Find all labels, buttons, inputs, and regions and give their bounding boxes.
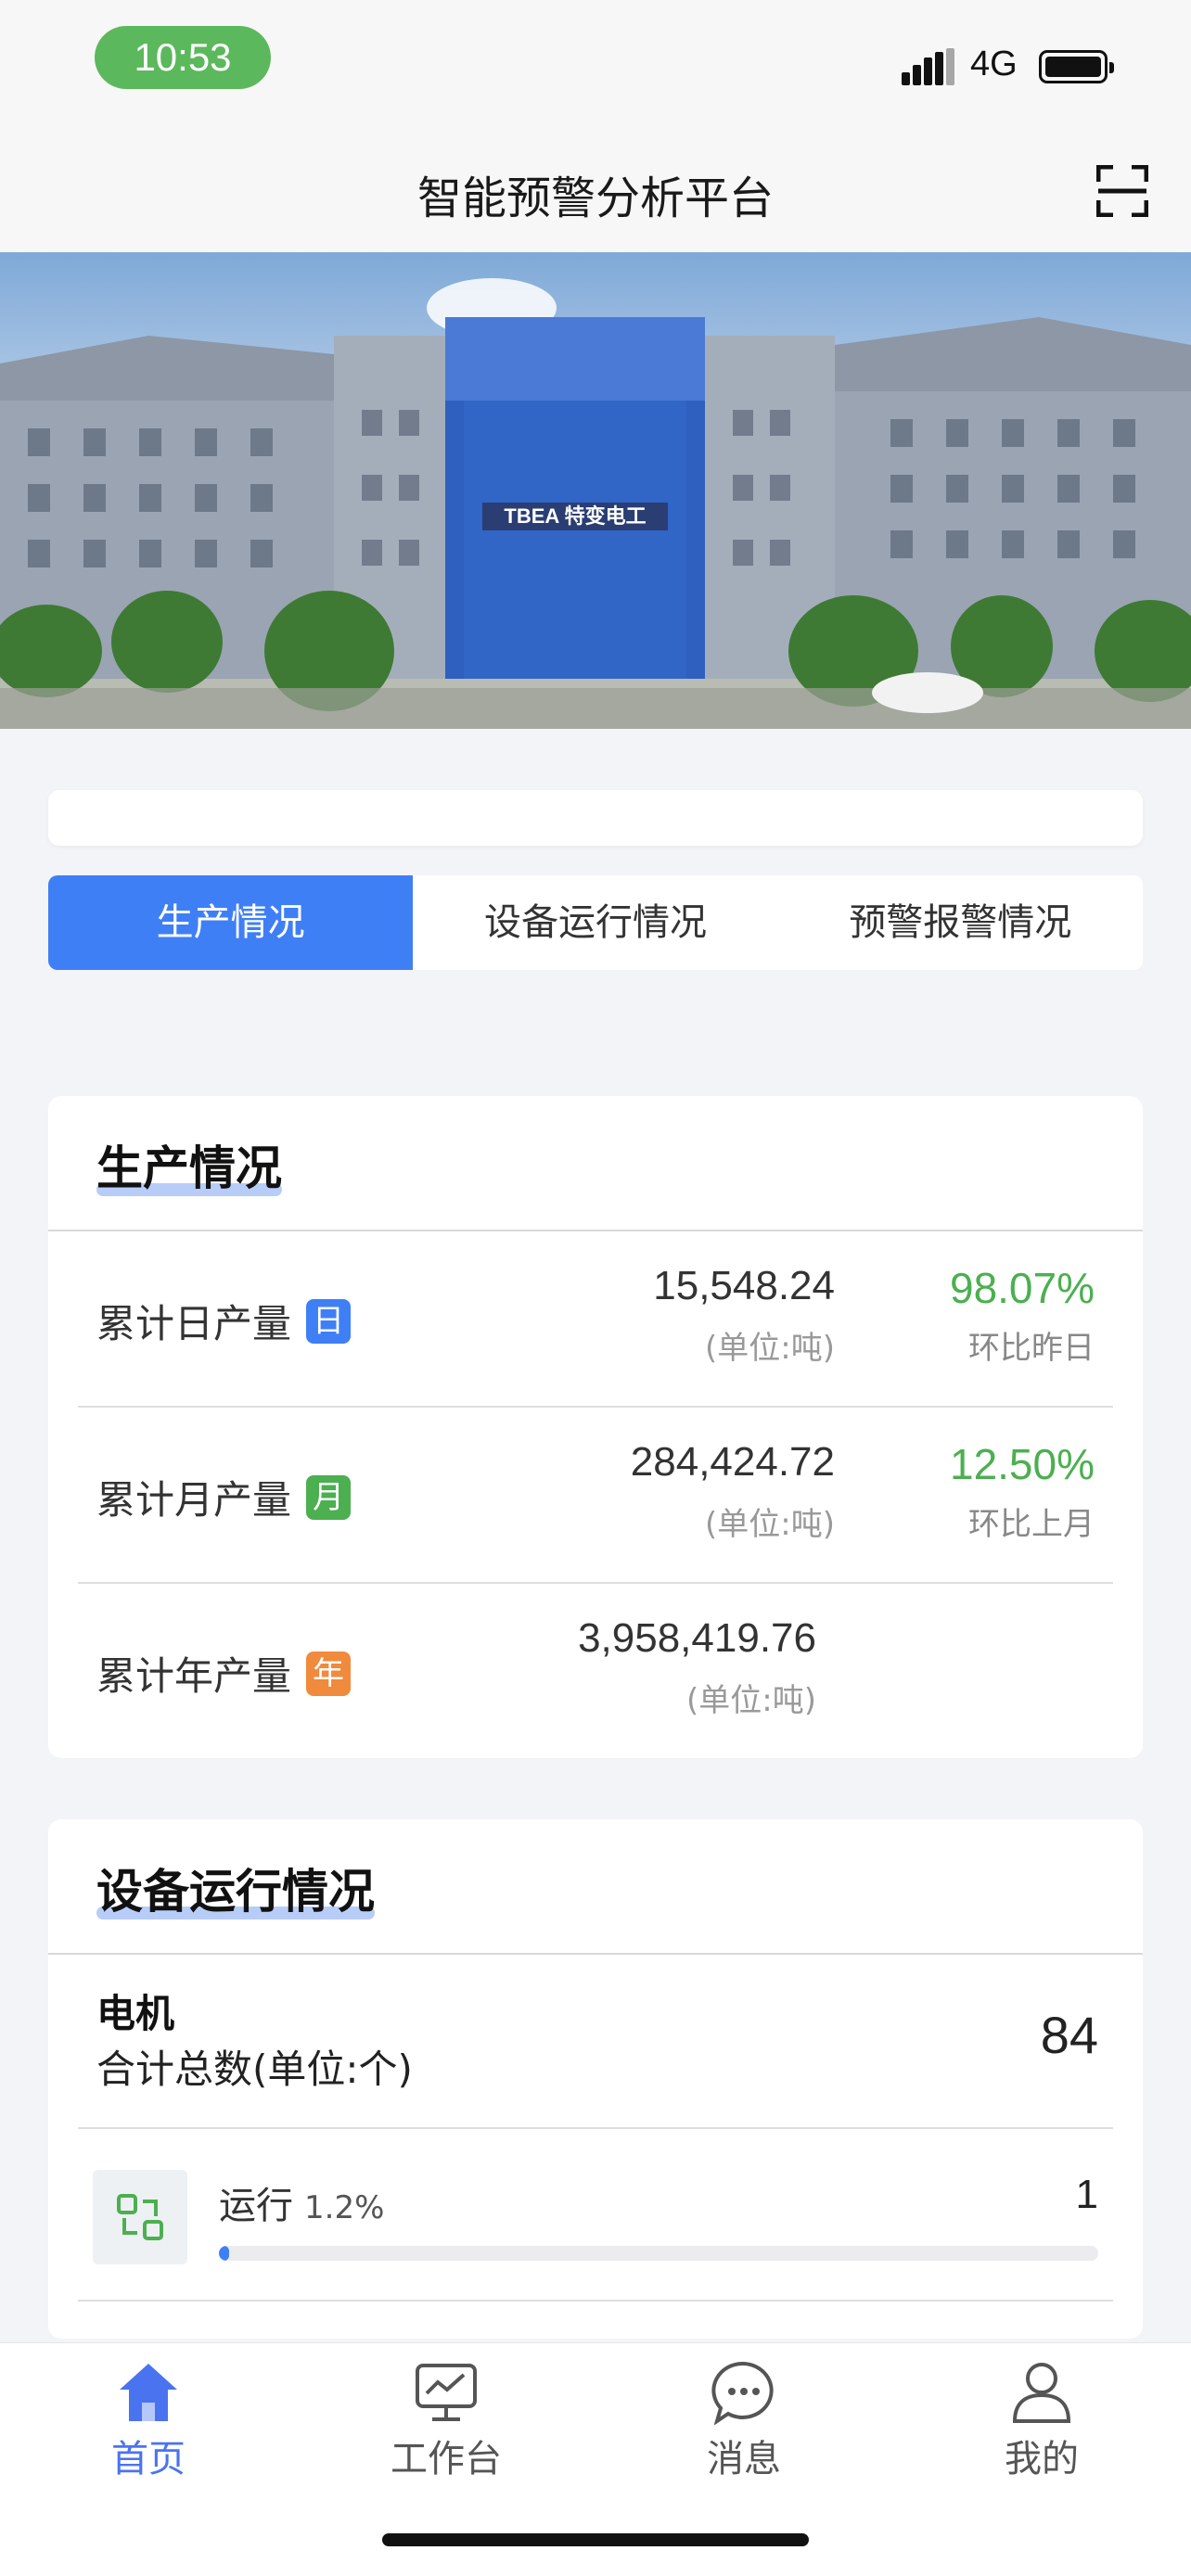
running-status-label: 运行 xyxy=(219,2185,293,2227)
status-time: 10:53 xyxy=(95,26,271,89)
production-unit: (单位:吨) xyxy=(686,1682,816,1719)
home-icon xyxy=(120,2364,177,2421)
page-title: 智能预警分析平台 xyxy=(416,172,774,224)
nav-workbench[interactable]: 工作台 xyxy=(353,2360,539,2482)
production-label-text: 累计日产量 xyxy=(96,1301,292,1346)
running-status-percent: 1.2% xyxy=(304,2189,385,2226)
signal-icon xyxy=(902,48,955,85)
card-divider xyxy=(48,1953,1143,1955)
network-type: 4G xyxy=(970,45,1018,83)
device-card: 设备运行情况 电机 合计总数(单位:个) 84 运行 1.2% 1 xyxy=(48,1819,1143,2339)
production-label: 累计年产量 年 xyxy=(96,1645,352,1702)
tab-warning-alarm[interactable]: 预警报警情况 xyxy=(778,875,1143,970)
device-total: 84 xyxy=(1040,2006,1098,2064)
banner-sign: TBEA 特变电工 xyxy=(504,504,646,528)
battery-icon xyxy=(1039,50,1114,83)
production-row-monthly[interactable]: 累计月产量 月 284,424.72 (单位:吨) 12.50% 环比上月 xyxy=(78,1408,1113,1582)
production-label-text: 累计月产量 xyxy=(96,1477,292,1523)
device-title-wrap: 设备运行情况 xyxy=(96,1855,375,1938)
production-label: 累计日产量 日 xyxy=(96,1293,352,1349)
production-compare: 环比昨日 xyxy=(968,1330,1095,1367)
nav-messages-label: 消息 xyxy=(707,2438,781,2480)
production-card: 生产情况 累计日产量 日 15,548.24 (单位:吨) 98.07% 环比昨… xyxy=(48,1096,1143,1758)
nav-profile-label: 我的 xyxy=(1005,2438,1079,2480)
device-title: 设备运行情况 xyxy=(96,1865,375,1919)
production-row-daily[interactable]: 累计日产量 日 15,548.24 (单位:吨) 98.07% 环比昨日 xyxy=(78,1231,1113,1406)
production-label-text: 累计年产量 xyxy=(96,1653,292,1699)
tab-device-operation[interactable]: 设备运行情况 xyxy=(413,875,777,970)
nav-workbench-label: 工作台 xyxy=(391,2438,502,2480)
monthly-badge: 月 xyxy=(306,1474,352,1520)
running-progress-bar xyxy=(219,2246,1098,2261)
notice-bar xyxy=(48,790,1143,846)
scan-icon[interactable] xyxy=(1096,165,1148,217)
production-percent: 98.07% xyxy=(949,1264,1095,1312)
running-status-icon-box xyxy=(93,2170,187,2264)
refresh-cycle-icon xyxy=(117,2194,163,2240)
yearly-badge: 年 xyxy=(306,1651,352,1696)
production-value: 3,958,419.76 xyxy=(578,1615,816,1661)
running-status: 运行 1.2% xyxy=(219,2175,384,2229)
production-value: 15,548.24 xyxy=(653,1263,835,1308)
production-row-yearly[interactable]: 累计年产量 年 3,958,419.76 (单位:吨) xyxy=(78,1584,1113,1758)
row-divider xyxy=(78,2127,1113,2129)
production-title-wrap: 生产情况 xyxy=(96,1131,282,1215)
nav-messages[interactable]: 消息 xyxy=(651,2360,837,2482)
production-value: 284,424.72 xyxy=(630,1439,835,1485)
workbench-icon xyxy=(416,2364,477,2421)
device-subtitle: 合计总数(单位:个) xyxy=(96,2047,413,2092)
profile-icon xyxy=(1012,2363,1071,2423)
status-bar: 10:53 4G xyxy=(0,0,1191,130)
message-icon xyxy=(711,2361,774,2425)
production-percent: 12.50% xyxy=(949,1440,1095,1488)
production-unit: (单位:吨) xyxy=(705,1330,835,1367)
production-unit: (单位:吨) xyxy=(705,1506,835,1543)
nav-profile[interactable]: 我的 xyxy=(949,2360,1134,2482)
section-tabs: 生产情况 设备运行情况 预警报警情况 xyxy=(48,875,1143,970)
device-name: 电机 xyxy=(96,1991,175,2036)
production-title: 生产情况 xyxy=(96,1141,282,1195)
running-count: 1 xyxy=(1075,2172,1098,2217)
tab-production[interactable]: 生产情况 xyxy=(48,875,414,970)
nav-home-label: 首页 xyxy=(111,2438,186,2480)
banner-carousel[interactable]: TBEA 特变电工 xyxy=(0,252,1191,729)
running-progress-fill xyxy=(219,2246,230,2261)
daily-badge: 日 xyxy=(306,1298,352,1344)
row-divider xyxy=(78,2300,1113,2302)
home-indicator[interactable] xyxy=(382,2533,809,2546)
production-compare: 环比上月 xyxy=(968,1506,1095,1543)
app-header: 智能预警分析平台 xyxy=(0,130,1191,252)
production-label: 累计月产量 月 xyxy=(96,1469,352,1525)
nav-home[interactable]: 首页 xyxy=(56,2360,241,2482)
banner-image: TBEA 特变电工 xyxy=(0,278,1191,729)
